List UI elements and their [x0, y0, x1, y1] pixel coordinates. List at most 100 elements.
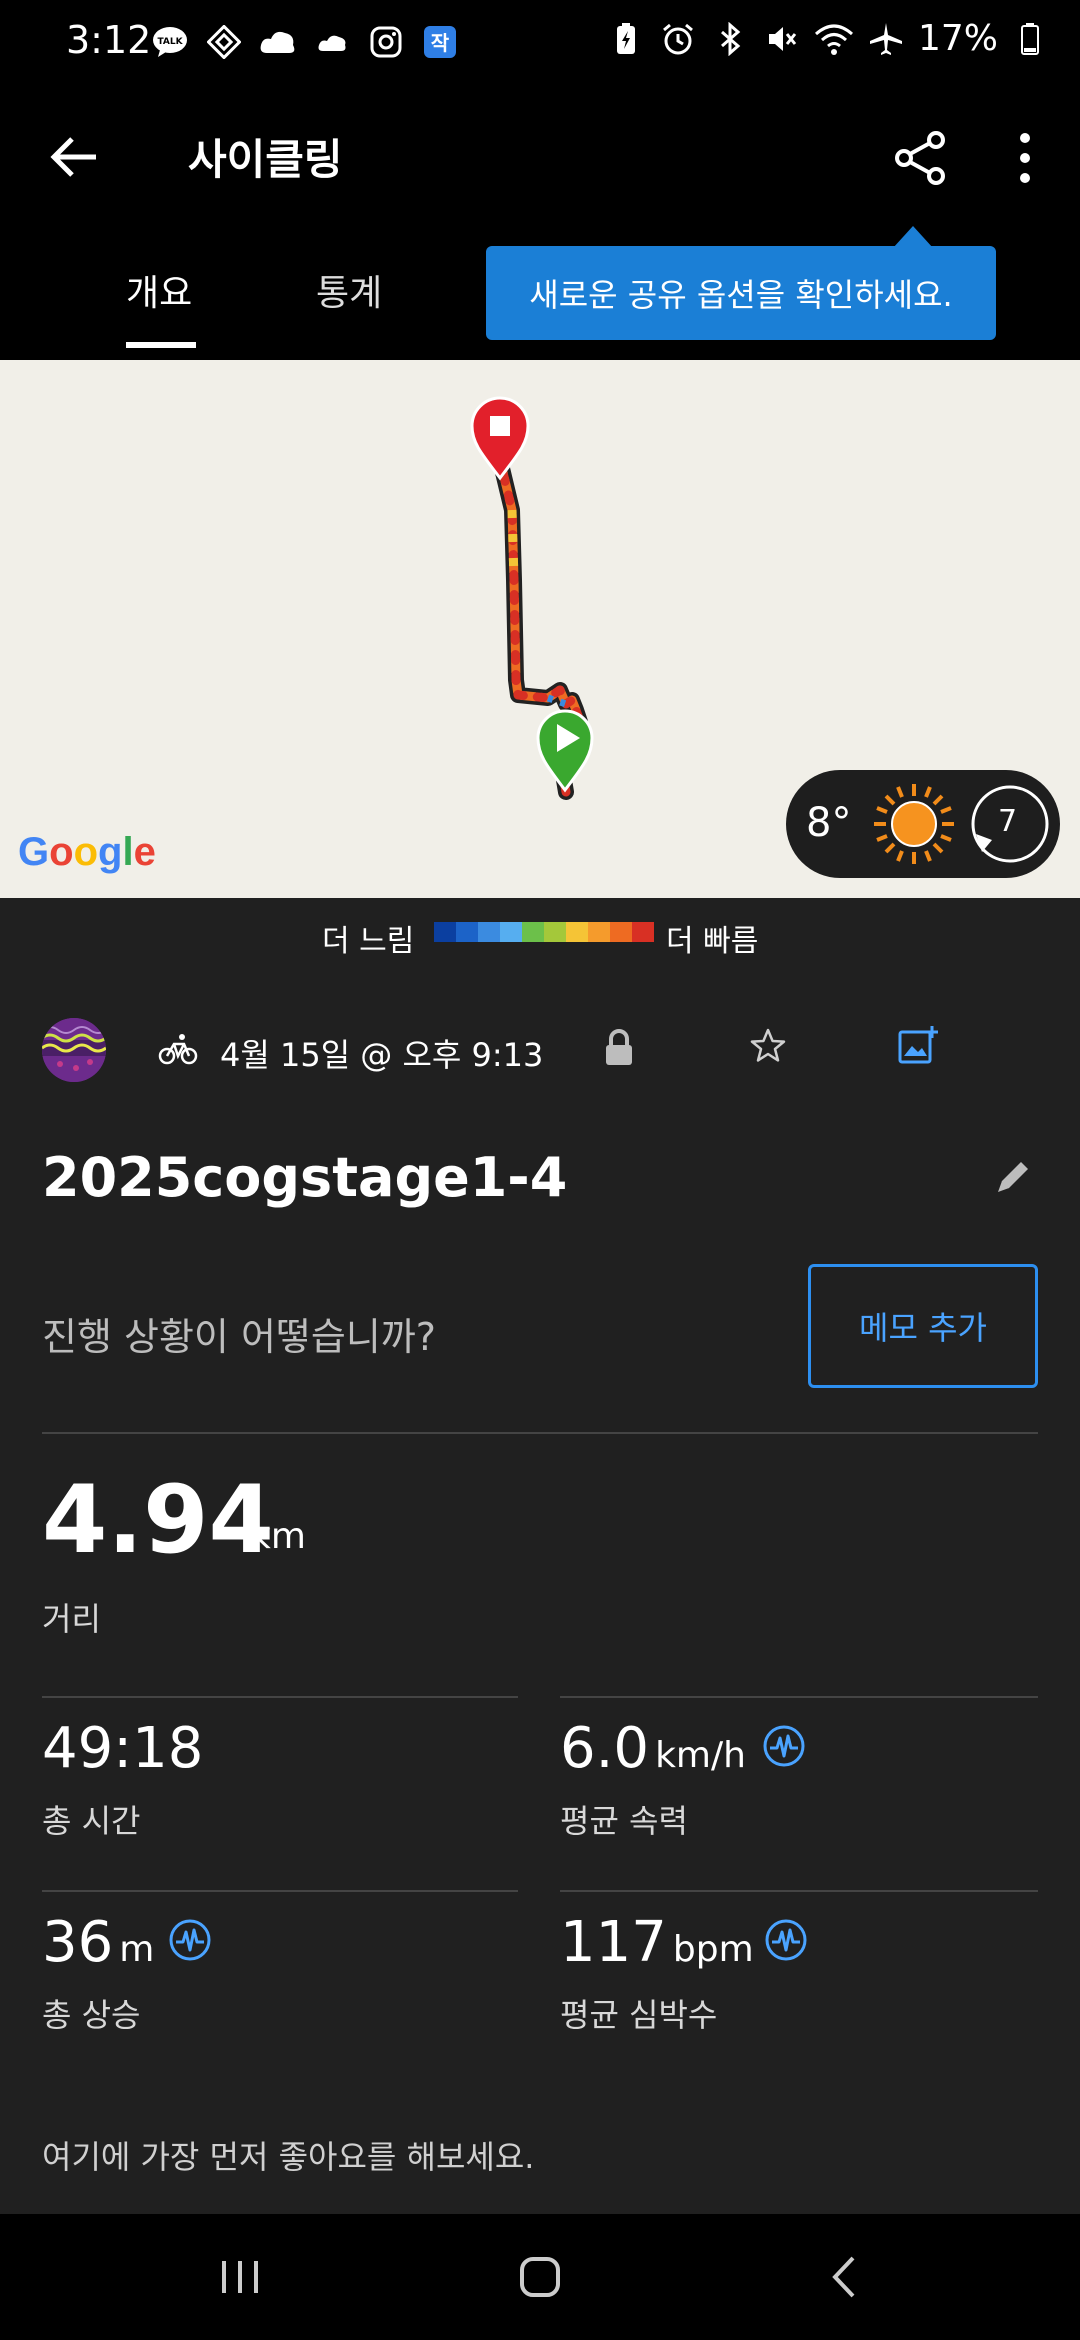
google-logo: Google [18, 830, 156, 874]
instagram-icon [366, 22, 406, 62]
lock-icon[interactable] [602, 1028, 636, 1068]
cloud-icon [258, 22, 298, 62]
stat-number: 49:18 [42, 1716, 204, 1781]
legend-swatch [610, 922, 632, 942]
active-tab-indicator [126, 342, 196, 348]
add-memo-button[interactable]: 메모 추가 [808, 1264, 1038, 1388]
tab-bar: 개요 통계 새로운 공유 옵션을 확인하세요. [0, 216, 1080, 352]
distance-value: 4.94 [42, 1466, 274, 1575]
tooltip-text: 새로운 공유 옵션을 확인하세요. [529, 276, 953, 314]
share-options-tooltip[interactable]: 새로운 공유 옵션을 확인하세요. [486, 246, 996, 340]
home-button[interactable] [500, 2244, 580, 2310]
activity-name: 2025cogstage1-4 [42, 1146, 568, 1209]
bicycle-icon [158, 1034, 198, 1065]
legend-color-bar [434, 922, 654, 942]
alarm-icon [658, 19, 698, 59]
legend-fast-label: 더 빠름 [666, 924, 759, 959]
distance-label: 거리 [42, 1600, 101, 1638]
activity-summary: 4월 15일 @ 오후 9:13 2025cogstage1-4 진행 상황이 … [0, 970, 1080, 2214]
stat-avg-speed[interactable]: 6.0 km/h 평균 속력 [560, 1696, 1040, 1886]
weather-temperature: 8° [806, 800, 852, 846]
stat-unit: m [119, 1929, 155, 1970]
home-icon [520, 2257, 560, 2297]
stat-unit: bpm [672, 1929, 754, 1970]
svg-text:작: 작 [431, 31, 450, 55]
notes-prompt[interactable]: 진행 상황이 어떻습니까? [42, 1306, 436, 1361]
legend-swatch [434, 922, 456, 942]
share-icon [895, 131, 945, 185]
divider [42, 1432, 1038, 1434]
tab-overview[interactable]: 개요 [126, 264, 192, 316]
tooltip-arrow [893, 226, 933, 248]
legend-swatch [566, 922, 588, 942]
stat-unit: km/h [655, 1735, 746, 1776]
legend-slow-label: 더 느림 [322, 924, 415, 959]
speed-legend: 더 느림 더 빠름 [0, 898, 1080, 970]
app-icon: 작 [420, 22, 460, 62]
like-prompt[interactable]: 여기에 가장 먼저 좋아요를 해보세요. [42, 2132, 534, 2178]
legend-swatch [478, 922, 500, 942]
bluetooth-icon [710, 19, 750, 59]
start-marker-icon [536, 709, 594, 793]
system-nav-bar [0, 2214, 1080, 2340]
star-icon[interactable] [748, 1026, 788, 1066]
activity-meta-row: 4월 15일 @ 오후 9:13 [0, 1010, 1080, 1090]
share-button[interactable] [880, 118, 960, 198]
avatar[interactable] [42, 1018, 106, 1082]
stat-number: 117 [560, 1910, 667, 1975]
add-photo-icon[interactable] [896, 1024, 940, 1068]
battery-percent: 17% [917, 18, 998, 59]
svg-text:TALK: TALK [157, 37, 183, 47]
legend-swatch [500, 922, 522, 942]
legend-swatch [632, 922, 654, 942]
notification-icons: TALK 작 [150, 22, 460, 62]
battery-icon [1010, 19, 1050, 59]
chart-pulse-icon[interactable] [762, 1724, 806, 1768]
stat-avg-heart-rate[interactable]: 117 bpm 평균 심박수 [560, 1890, 1040, 2080]
stat-total-time[interactable]: 49:18 총 시간 [42, 1696, 522, 1886]
stat-label: 총 시간 [42, 1802, 141, 1840]
route-map[interactable]: Google 8° 7 [0, 360, 1080, 898]
add-memo-label: 메모 추가 [859, 1309, 987, 1347]
stat-number: 36 [42, 1910, 114, 1975]
more-options-button[interactable] [1000, 118, 1050, 198]
distance-unit: km [250, 1516, 306, 1557]
chevron-left-icon [832, 2256, 855, 2298]
mute-icon [762, 19, 802, 59]
legend-swatch [588, 922, 610, 942]
stat-value: 36 m [42, 1910, 154, 1975]
sync-icon [204, 22, 244, 62]
tab-stats[interactable]: 통계 [316, 264, 382, 316]
legend-swatch [544, 922, 566, 942]
stat-value: 49:18 [42, 1716, 209, 1781]
wifi-icon [814, 19, 854, 59]
wind-speed: 7 [998, 804, 1018, 839]
end-marker-icon [470, 396, 530, 481]
app-bar: 사이클링 [0, 86, 1080, 216]
stat-label: 총 상승 [42, 1996, 141, 2034]
status-bar: 3:12 TALK 작 17% [0, 0, 1080, 86]
back-nav-button[interactable] [804, 2244, 884, 2310]
status-time: 3:12 [66, 18, 152, 62]
airplane-icon [866, 19, 906, 59]
cloud-small-icon [312, 22, 352, 62]
recent-apps-button[interactable] [200, 2244, 280, 2310]
arrow-left-icon [50, 137, 96, 177]
sun-icon [874, 784, 954, 864]
chart-pulse-icon[interactable] [168, 1918, 212, 1962]
legend-swatch [522, 922, 544, 942]
stat-total-ascent[interactable]: 36 m 총 상승 [42, 1890, 522, 2080]
stat-label: 평균 심박수 [560, 1996, 718, 2034]
stat-number: 6.0 [560, 1716, 650, 1781]
activity-date: 4월 15일 @ 오후 9:13 [220, 1036, 544, 1074]
chart-pulse-icon[interactable] [764, 1918, 808, 1962]
page-title: 사이클링 [188, 135, 343, 184]
talk-icon: TALK [150, 22, 190, 62]
legend-swatch [456, 922, 478, 942]
system-icons: 17% [606, 18, 1050, 59]
back-button[interactable] [40, 122, 110, 192]
edit-pencil-icon[interactable] [994, 1156, 1034, 1196]
stat-label: 평균 속력 [560, 1802, 688, 1840]
battery-saver-icon [606, 19, 646, 59]
weather-widget[interactable]: 8° 7 [786, 770, 1060, 878]
